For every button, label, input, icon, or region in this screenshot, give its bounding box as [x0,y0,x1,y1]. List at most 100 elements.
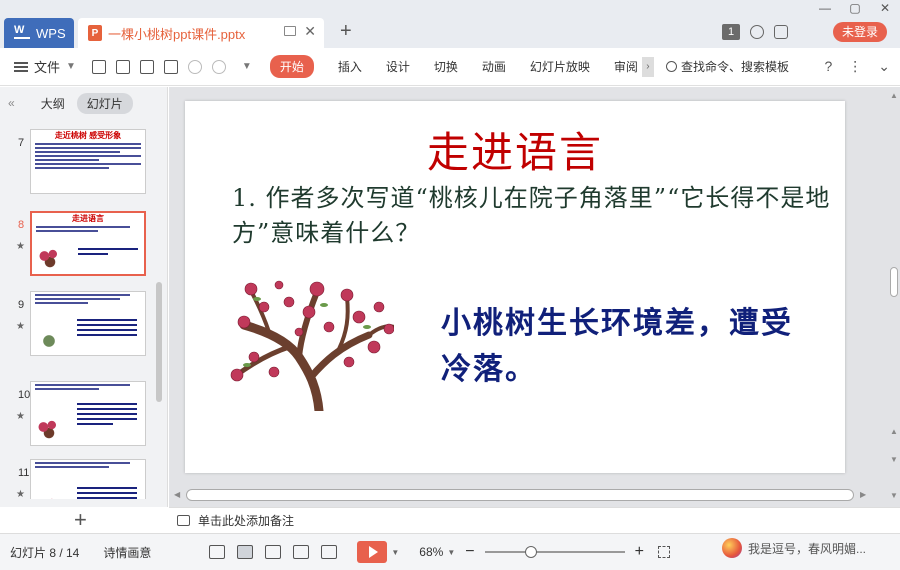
play-slideshow-button[interactable] [357,541,388,563]
tree-thumbnail-image [36,248,64,268]
file-menu-button[interactable]: 文件 ▼ [14,57,76,76]
horizontal-scrollbar[interactable] [186,489,854,501]
slide-title[interactable]: 走进语言 [185,119,845,180]
animation-star-icon: ★ [16,411,25,422]
animation-star-icon: ★ [16,241,25,252]
shirt-icon[interactable] [774,25,788,39]
chevron-down-icon: ▼ [66,61,76,72]
tree-thumbnail-image [35,497,63,499]
watermark-text: 我是逗号，春风明媚... [748,541,867,556]
monitor-icon[interactable] [284,26,296,36]
watermark: 我是逗号，春风明媚... [722,538,866,558]
slide-number: 8 [18,219,25,231]
tab-insert[interactable]: 插入 [338,58,362,75]
window-close-icon[interactable]: ✕ [870,0,900,18]
zoom-slider[interactable] [484,546,625,558]
redo-icon[interactable] [211,59,226,74]
tab-slideshow[interactable]: 幻灯片放映 [530,58,590,75]
animation-star-icon: ★ [16,321,25,332]
wps-logo-icon [14,24,30,39]
close-tab-icon[interactable]: ✕ [304,23,316,40]
notes-toggle-icon[interactable] [209,545,226,559]
collapse-ribbon-icon[interactable]: ⌄ [878,58,890,75]
pptx-file-icon: P [88,25,102,41]
zoom-slider-knob[interactable] [524,546,537,558]
vertical-scrollbar[interactable]: ▲ ▲ ▼ ▼ [888,87,900,507]
slide-number: 9 [18,299,25,311]
command-search[interactable]: 查找命令、搜索模板 [665,58,789,75]
login-button[interactable]: 未登录 [833,22,887,42]
document-tab-title: 一棵小桃树ppt课件.pptx [108,26,246,42]
collapse-panel-icon[interactable]: « [8,96,15,110]
scroll-right-icon[interactable]: ▶ [860,490,866,499]
undo-icon[interactable] [187,59,202,74]
zoom-in-icon[interactable]: + [635,543,644,561]
zoom-out-icon[interactable]: − [465,543,474,561]
slide-sorter-view-icon[interactable] [265,545,282,559]
slide-panel: « 大纲 幻灯片 7 走近桃树 感受形象 8 ★ 走进语言 9 ★ 10 ★ 1… [0,87,168,532]
skin-icon[interactable] [750,25,764,39]
tab-review[interactable]: 审阅 [614,58,638,75]
wps-home-tab[interactable]: WPS [4,18,74,48]
more-options-icon[interactable]: ⋮ [848,58,862,75]
slide-number: 10 [18,389,31,401]
command-search-label: 查找命令、搜索模板 [680,60,789,74]
slide-thumbnail-11[interactable]: 11 ★ [0,459,158,499]
tab-outline[interactable]: 大纲 [41,95,65,112]
tab-start[interactable]: 开始 [269,55,314,78]
slide-8-canvas[interactable]: 走进语言 1. 作者多次写道“桃核儿在院子角落里”“它长得不是地方”意味着什么？… [185,101,845,473]
slide-thumbnail-8[interactable]: 8 ★ 走进语言 [0,211,158,283]
search-icon [665,61,677,72]
zoom-level[interactable]: 68% [419,545,443,559]
minimize-icon[interactable]: — [810,0,840,18]
thumbnail-title: 走进语言 [72,214,104,223]
scroll-down-page-icon[interactable]: ▼ [890,455,898,464]
scroll-up-icon[interactable]: ▲ [890,91,898,100]
notes-pane[interactable]: 单击此处添加备注 [169,507,900,533]
tree-thumbnail-image [35,329,63,349]
animation-star-icon: ★ [16,489,25,499]
slide-counter: 幻灯片 8 / 14 [10,545,80,560]
presenter-view-icon[interactable] [321,545,338,559]
zoom-dropdown-icon[interactable]: ▼ [447,548,455,557]
add-slide-plus-icon[interactable]: + [74,507,87,533]
scroll-left-icon[interactable]: ◀ [174,490,180,499]
tree-thumbnail-image [35,419,63,439]
help-icon[interactable]: ? [824,58,832,75]
slide-thumbnail-7[interactable]: 7 走近桃树 感受形象 [0,129,158,201]
tab-transition[interactable]: 切换 [434,58,458,75]
document-tab[interactable]: P 一棵小桃树ppt课件.pptx ✕ [78,18,324,48]
print-icon[interactable] [139,59,154,74]
thumbnail-scrollbar[interactable] [156,282,162,402]
peach-tree-branch-image[interactable] [229,277,394,411]
tab-slides[interactable]: 幻灯片 [76,92,133,114]
print-preview-icon[interactable] [163,59,178,74]
theme-name[interactable]: 诗情画意 [103,544,151,561]
new-tab-plus-icon[interactable]: + [340,20,352,43]
slide-thumbnail-9[interactable]: 9 ★ [0,291,158,363]
file-menu-label: 文件 [34,60,61,75]
thumbnail-title: 走近桃树 感受形象 [54,131,122,140]
normal-view-icon[interactable] [237,545,254,559]
quick-access-dropdown-icon[interactable]: ▼ [242,61,252,72]
window-count-badge[interactable]: 1 [722,24,740,40]
save-icon[interactable] [91,59,106,74]
tab-design[interactable]: 设计 [386,58,410,75]
reading-view-icon[interactable] [293,545,310,559]
scroll-down-icon[interactable]: ▼ [890,491,898,500]
slide-number: 7 [18,137,25,149]
scroll-up-page-icon[interactable]: ▲ [890,427,898,436]
notes-icon [177,515,190,526]
notes-placeholder: 单击此处添加备注 [198,514,295,528]
wps-tab-label: WPS [36,25,66,41]
tab-animation[interactable]: 动画 [482,58,506,75]
more-tabs-arrow-icon[interactable]: › [641,56,654,77]
fit-to-window-icon[interactable] [657,546,670,558]
maximize-icon[interactable]: ▢ [840,0,870,18]
slide-question-text[interactable]: 1. 作者多次写道“桃核儿在院子角落里”“它长得不是地方”意味着什么？ [232,181,832,251]
vertical-scroll-thumb[interactable] [890,267,898,297]
play-options-chevron-icon[interactable]: ▼ [391,548,399,557]
slide-answer-text[interactable]: 小桃树生长环境差，遭受冷落。 [441,301,821,393]
export-icon[interactable] [115,59,130,74]
slide-thumbnail-10[interactable]: 10 ★ [0,381,158,453]
